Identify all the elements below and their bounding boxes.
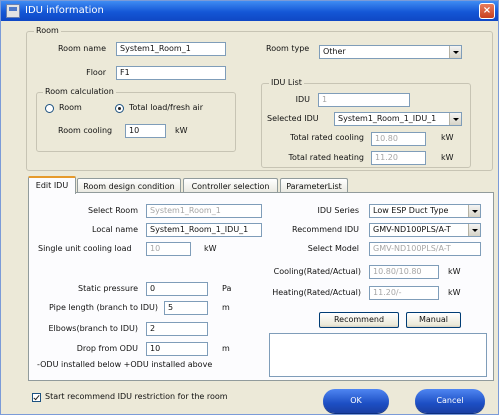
radio-room-label[interactable]: Room <box>59 103 82 112</box>
elbows-input[interactable]: 2 <box>146 322 208 336</box>
selected-idu-select[interactable]: System1_Room_1_IDU_1 <box>334 112 462 126</box>
room-name-label: Room name <box>57 44 106 53</box>
pipe-length-unit: m <box>222 303 230 312</box>
room-cooling-input[interactable]: 10 <box>125 124 166 138</box>
idu-series-select[interactable]: Low ESP Duct Type <box>369 204 481 218</box>
close-button[interactable]: × <box>479 3 495 19</box>
floor-input[interactable]: F1 <box>116 66 226 80</box>
idu-series-label: IDU Series <box>317 206 359 215</box>
cooling-rated-actual-unit: kW <box>448 267 461 276</box>
total-rated-cooling-input: 10.80 <box>371 132 426 146</box>
room-type-select[interactable]: Other <box>319 45 462 59</box>
room-type-label: Room type <box>266 44 310 53</box>
heating-rated-actual-input: 11.20/- <box>369 286 439 300</box>
local-name-input[interactable]: System1_Room_1_IDU_1 <box>146 223 262 237</box>
chevron-down-icon[interactable] <box>468 205 480 217</box>
radio-total-load-label[interactable]: Total load/fresh air <box>129 103 203 112</box>
single-unit-cooling-load-unit: kW <box>204 244 217 253</box>
single-unit-cooling-load-input: 10 <box>146 242 191 256</box>
room-legend: Room <box>34 26 61 35</box>
local-name-label: Local name <box>92 225 138 234</box>
cancel-button[interactable]: Cancel <box>415 389 485 413</box>
idu-series-value: Low ESP Duct Type <box>373 206 449 215</box>
chevron-down-icon[interactable] <box>449 46 461 58</box>
select-model-input: GMV-ND100PLS/A-T <box>369 242 481 256</box>
cooling-rated-actual-input: 10.80/10.80 <box>369 265 439 279</box>
total-rated-cooling-unit: kW <box>441 133 454 142</box>
recommend-idu-label: Recommend IDU <box>292 225 359 234</box>
tab-edit-idu[interactable]: Edit IDU <box>28 176 76 194</box>
recommend-button[interactable]: Recommend <box>319 312 399 328</box>
room-name-input[interactable]: System1_Room_1 <box>116 42 226 56</box>
pipe-length-label: Pipe length (branch to IDU) <box>49 303 158 312</box>
single-unit-cooling-load-label: Single unit cooling load <box>38 244 132 253</box>
elbows-label: Elbows(branch to IDU) <box>48 324 138 333</box>
ok-button[interactable]: OK <box>323 389 389 413</box>
manual-button[interactable]: Manual <box>406 312 461 328</box>
heating-rated-actual-unit: kW <box>448 288 461 297</box>
restriction-checkbox-label[interactable]: Start recommend IDU restriction for the … <box>45 392 228 401</box>
idu-count-input: 1 <box>318 93 410 107</box>
title-bar[interactable]: IDU information × <box>1 1 498 21</box>
total-rated-heating-unit: kW <box>441 153 454 162</box>
idu-count-label: IDU <box>295 95 310 104</box>
total-rated-cooling-label: Total rated cooling <box>290 133 364 142</box>
drop-from-odu-unit: m <box>222 344 230 353</box>
total-rated-heating-label: Total rated heating <box>288 153 365 162</box>
recommendation-message-box <box>269 333 487 377</box>
app-icon <box>6 4 20 18</box>
room-cooling-label: Room cooling <box>58 126 113 135</box>
drop-from-odu-input[interactable]: 10 <box>146 342 208 356</box>
radio-total-load[interactable] <box>115 104 124 113</box>
select-room-input: System1_Room_1 <box>146 204 262 218</box>
idu-information-dialog: IDU information × Room Room name System1… <box>0 0 499 415</box>
room-type-value: Other <box>323 47 346 56</box>
recommend-idu-select[interactable]: GMV-ND100PLS/A-T <box>369 223 481 237</box>
cooling-rated-actual-label: Cooling(Rated/Actual) <box>273 267 361 276</box>
selected-idu-label: Selected IDU <box>267 114 319 123</box>
select-model-label: Select Model <box>307 244 359 253</box>
static-pressure-label: Static pressure <box>78 284 138 293</box>
select-room-label: Select Room <box>87 206 138 215</box>
selected-idu-value: System1_Room_1_IDU_1 <box>338 114 437 123</box>
room-calculation-legend: Room calculation <box>43 87 116 96</box>
total-rated-heating-input: 11.20 <box>371 151 426 165</box>
recommend-idu-value: GMV-ND100PLS/A-T <box>373 225 451 234</box>
idu-list-legend: IDU List <box>269 78 304 87</box>
window-title: IDU information <box>25 5 104 16</box>
drop-note: -ODU installed below +ODU installed abov… <box>37 360 213 369</box>
static-pressure-input[interactable]: 0 <box>146 282 208 296</box>
floor-label: Floor <box>86 68 106 77</box>
room-cooling-unit: kW <box>175 126 188 135</box>
pipe-length-input[interactable]: 5 <box>164 301 208 315</box>
radio-room[interactable] <box>45 104 54 113</box>
drop-from-odu-label: Drop from ODU <box>76 344 138 353</box>
chevron-down-icon[interactable] <box>449 113 461 125</box>
chevron-down-icon[interactable] <box>468 224 480 236</box>
heating-rated-actual-label: Heating(Rated/Actual) <box>272 288 361 297</box>
restriction-checkbox[interactable] <box>32 393 41 402</box>
room-calculation-group <box>36 92 236 152</box>
static-pressure-unit: Pa <box>222 284 232 293</box>
